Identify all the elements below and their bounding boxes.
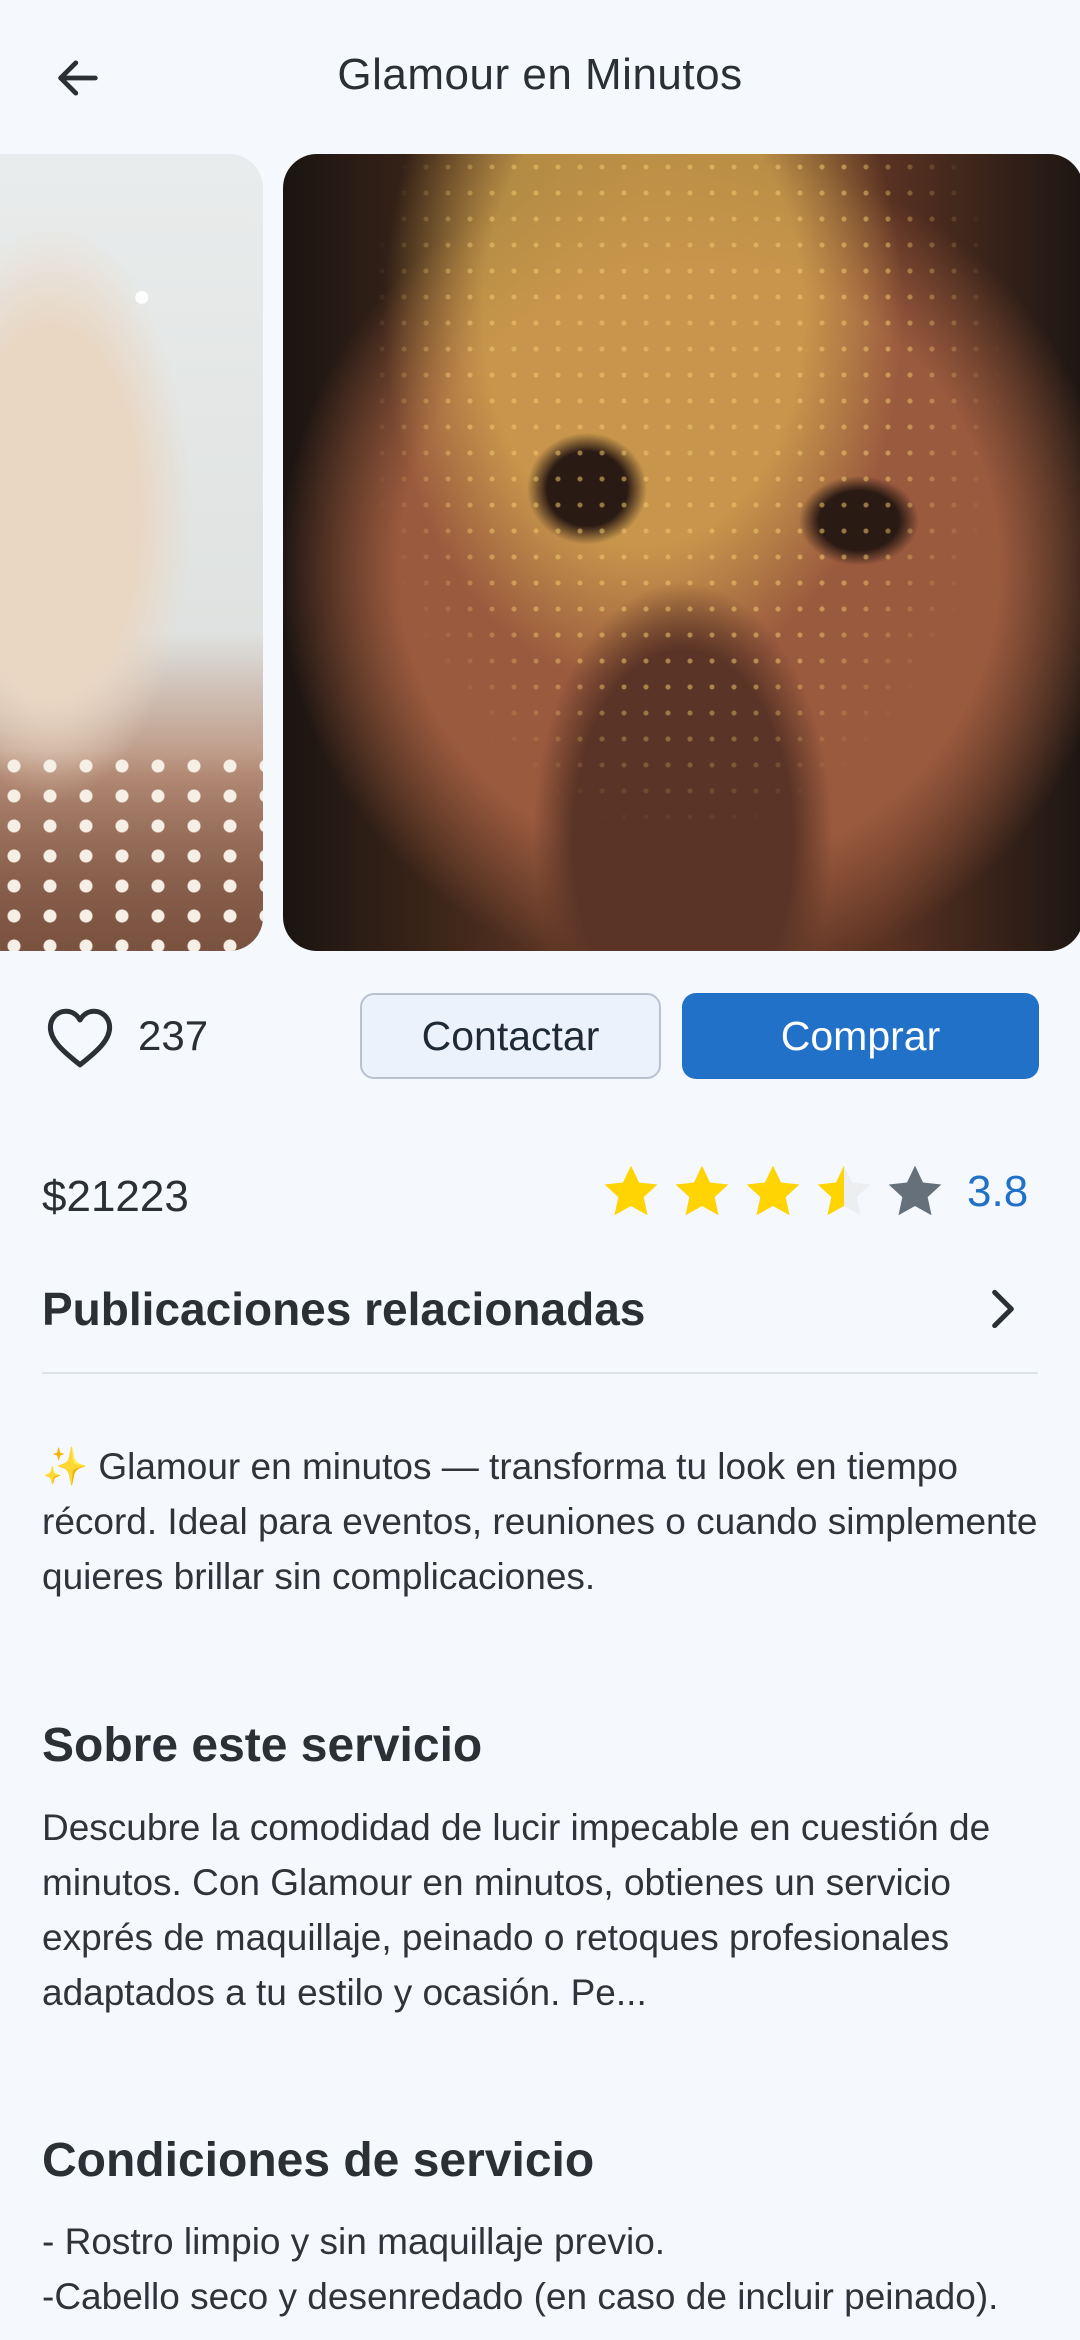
chevron-right-icon: [992, 1289, 1014, 1329]
like-count: 237: [138, 1012, 209, 1059]
description-intro: ✨ Glamour en minutos — transforma tu loo…: [42, 1446, 1038, 1597]
star-icon-2: [675, 1165, 729, 1216]
image-carousel[interactable]: [0, 154, 1080, 951]
star-rating: 3.8: [600, 1160, 1028, 1224]
service-detail-screen: Glamour en Minutos 237 Contactar Comprar…: [0, 0, 1080, 2340]
star-empty-icon: [888, 1165, 942, 1216]
rating-value: 3.8: [967, 1167, 1029, 1216]
price: $21223: [42, 1172, 189, 1221]
conditions-section-title: Condiciones de servicio: [42, 2134, 595, 2187]
about-section-title: Sobre este servicio: [42, 1719, 483, 1772]
contact-button[interactable]: Contactar: [360, 993, 661, 1079]
divider: [42, 1372, 1038, 1374]
buy-button[interactable]: Comprar: [682, 993, 1039, 1079]
about-section-text: Descubre la comodidad de lucir impecable…: [42, 1807, 991, 2013]
top-app-bar: Glamour en Minutos: [0, 0, 1080, 150]
related-posts-row[interactable]: Publicaciones relacionadas: [42, 1270, 1038, 1370]
like-button[interactable]: [44, 1004, 116, 1072]
page-title: Glamour en Minutos: [337, 50, 743, 99]
conditions-section-text: - Rostro limpio y sin maquillaje previo.…: [42, 2221, 999, 2317]
star-icon-1: [604, 1165, 658, 1216]
star-half-icon: [817, 1165, 871, 1216]
gallery-image-current[interactable]: [283, 154, 1080, 951]
heart-outline-icon: [47, 1008, 113, 1068]
star-icon-3: [746, 1165, 800, 1216]
gallery-image-previous[interactable]: [0, 154, 263, 951]
related-posts-label: Publicaciones relacionadas: [42, 1283, 646, 1335]
